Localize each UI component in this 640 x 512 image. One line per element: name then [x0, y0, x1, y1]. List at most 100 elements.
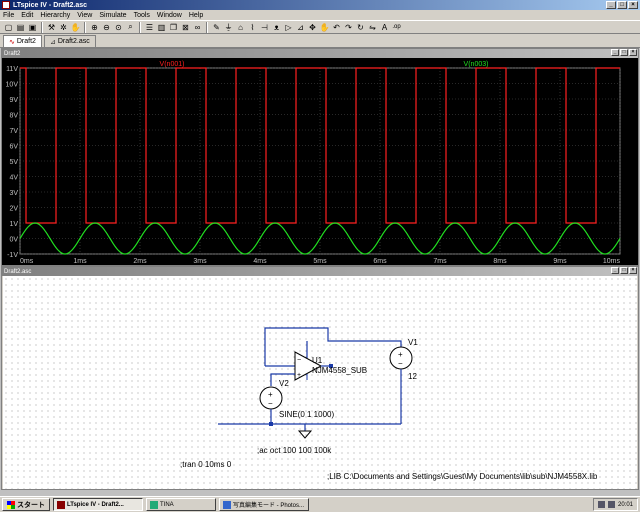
v2-ref-label[interactable]: V2 [279, 379, 289, 388]
opamp-plus-sign: + [297, 372, 301, 379]
legend-v-n003[interactable]: V(n003) [464, 61, 489, 68]
close-all-icon[interactable]: ⊠ [180, 22, 191, 33]
waveform-window[interactable]: Draft2 _ □ × -1V 0V 1V 2V 3V 4V 5V 6V 7V 8V 9V 10V 1… [1, 48, 639, 266]
menu-view[interactable]: View [77, 12, 92, 19]
cascade-icon[interactable]: ❐ [168, 22, 179, 33]
plot-minimize-button[interactable]: _ [611, 49, 619, 56]
ground-icon[interactable]: ⏚ [223, 22, 234, 33]
schem-close-button[interactable]: × [629, 267, 637, 274]
tile-h-icon[interactable]: ☰ [144, 22, 155, 33]
save-icon[interactable]: ▣ [27, 22, 38, 33]
menu-tools[interactable]: Tools [134, 12, 150, 19]
tab-draft2-plot[interactable]: ∿ Draft2 [3, 35, 42, 47]
move-icon[interactable]: ✥ [307, 22, 318, 33]
tab-label: Draft2.asc [57, 38, 90, 45]
schematic-tab-icon: ⊿ [49, 38, 56, 46]
zoom-area-icon[interactable]: ⌕ [125, 22, 136, 33]
inductor-icon[interactable]: ᴥ [271, 22, 282, 33]
menu-help[interactable]: Help [189, 12, 203, 19]
component-icon[interactable]: ⊿ [295, 22, 306, 33]
task-button-tina[interactable]: TINA [146, 498, 216, 511]
label-icon[interactable]: ⌂ [235, 22, 246, 33]
system-tray: 20:01 [592, 498, 638, 511]
new-icon[interactable]: ▢ [3, 22, 14, 33]
maximize-button[interactable]: □ [617, 1, 627, 9]
menu-edit[interactable]: Edit [21, 12, 33, 19]
start-label: スタート [17, 501, 45, 509]
wire-icon[interactable]: ✎ [211, 22, 222, 33]
zoom-fit-icon[interactable]: ⊙ [113, 22, 124, 33]
photo-task-icon [223, 500, 231, 509]
opamp-model-label[interactable]: NJM4558_SUB [312, 366, 367, 375]
menu-file[interactable]: File [3, 12, 14, 19]
resistor-icon[interactable]: ⌇ [247, 22, 258, 33]
toolbar-separator [206, 21, 208, 33]
schematic-window[interactable]: Draft2.asc _ □ × − + + − + − U1 NJM4558_… [1, 266, 639, 490]
v2-value-label[interactable]: SINE(0 1 1000) [279, 410, 334, 419]
schem-maximize-button[interactable]: □ [620, 267, 628, 274]
waveform-window-titlebar: Draft2 _ □ × [2, 49, 638, 58]
undo-icon[interactable]: ↶ [331, 22, 342, 33]
y-tick-label: 4V [9, 175, 18, 182]
opamp-ref-label[interactable]: U1 [312, 356, 322, 365]
close-button[interactable]: × [628, 1, 638, 9]
task-button-ltspice[interactable]: LTspice IV - Draft2... [53, 498, 143, 511]
halt-icon[interactable]: ✋ [70, 22, 81, 33]
x-tick-label: 8ms [493, 258, 507, 265]
v1-plus-sign: + [398, 350, 403, 359]
toolbar-separator [41, 21, 43, 33]
tray-clock[interactable]: 20:01 [618, 502, 633, 508]
lib-directive[interactable]: ;LIB C:\Documents and Settings\Guest\My … [327, 472, 597, 481]
run-icon[interactable]: ✲ [58, 22, 69, 33]
menu-simulate[interactable]: Simulate [99, 12, 126, 19]
redo-icon[interactable]: ↷ [343, 22, 354, 33]
start-button[interactable]: スタート [2, 498, 50, 511]
tile-v-icon[interactable]: ▥ [156, 22, 167, 33]
menu-hierarchy[interactable]: Hierarchy [40, 12, 70, 19]
plot-maximize-button[interactable]: □ [620, 49, 628, 56]
task-label: TINA [160, 501, 174, 508]
drag-icon[interactable]: ✋ [319, 22, 330, 33]
x-tick-label: 1ms [73, 258, 87, 265]
waveform-plot[interactable]: -1V 0V 1V 2V 3V 4V 5V 6V 7V 8V 9V 10V 11V 0ms 1ms 2ms 3… [2, 58, 638, 265]
rotate-icon[interactable]: ↻ [355, 22, 366, 33]
spice-directive-icon[interactable]: .op [391, 22, 402, 33]
tab-draft2-schematic[interactable]: ⊿ Draft2.asc [43, 35, 96, 47]
v1-value-label[interactable]: 12 [408, 372, 417, 381]
y-tick-label: -1V [7, 252, 18, 259]
plot-close-button[interactable]: × [629, 49, 637, 56]
tray-volume-icon[interactable] [607, 501, 615, 508]
legend-v-n001[interactable]: V(n001) [160, 61, 185, 68]
ground-icon[interactable] [297, 430, 313, 439]
mirror-icon[interactable]: ⇋ [367, 22, 378, 33]
tran-directive[interactable]: ;tran 0 10ms 0 [180, 460, 231, 469]
x-tick-label: 2ms [133, 258, 147, 265]
y-tick-label: 10V [6, 82, 19, 89]
y-tick-label: 1V [9, 221, 18, 228]
tray-network-icon[interactable] [597, 501, 605, 508]
minimize-button[interactable]: _ [606, 1, 616, 9]
capacitor-icon[interactable]: ⊣ [259, 22, 270, 33]
waveform-tab-icon: ∿ [9, 38, 15, 46]
v1-ref-label[interactable]: V1 [408, 338, 418, 347]
zoom-in-icon[interactable]: ⊕ [89, 22, 100, 33]
x-tick-label: 5ms [313, 258, 327, 265]
diode-icon[interactable]: ▷ [283, 22, 294, 33]
windows-logo-icon [7, 500, 15, 509]
menu-window[interactable]: Window [157, 12, 182, 19]
schematic-canvas[interactable]: − + + − + − U1 NJM4558_SUB V1 12 V2 SINE… [3, 276, 637, 489]
text-icon[interactable]: A [379, 22, 390, 33]
zoom-out-icon[interactable]: ⊖ [101, 22, 112, 33]
ltspice-app-icon[interactable] [2, 1, 10, 9]
task-button-photos[interactable]: 写真編集モード - Photos... [219, 498, 309, 511]
windows-taskbar: スタート LTspice IV - Draft2... TINA 写真編集モード… [0, 496, 640, 512]
ac-directive[interactable]: ;ac oct 100 100 100k [257, 446, 331, 455]
open-icon[interactable]: ▤ [15, 22, 26, 33]
feedback-wire[interactable] [264, 327, 402, 366]
control-panel-icon[interactable]: ⚒ [46, 22, 57, 33]
binoculars-icon[interactable]: ∞ [192, 22, 203, 33]
schematic-window-titlebar: Draft2.asc _ □ × [2, 267, 638, 276]
document-tab-bar: ∿ Draft2 ⊿ Draft2.asc [0, 34, 640, 48]
schem-minimize-button[interactable]: _ [611, 267, 619, 274]
ltspice-task-icon [57, 500, 65, 509]
